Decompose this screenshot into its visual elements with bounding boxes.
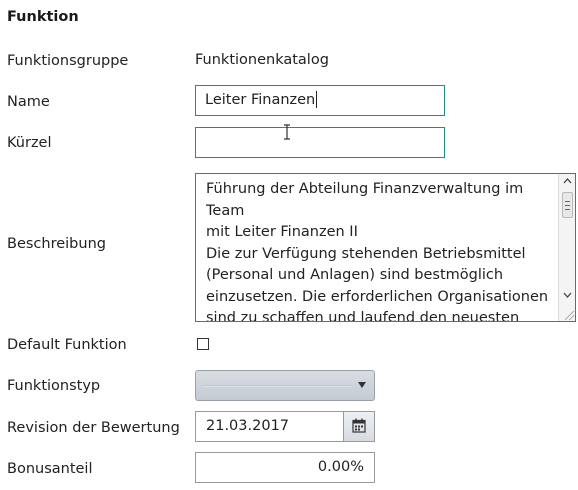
bonusanteil-input[interactable]: 0.00%	[195, 452, 375, 483]
bonusanteil-label: Bonusanteil	[7, 461, 93, 477]
scrollbar-thumb[interactable]	[562, 192, 573, 218]
revision-label: Revision der Bewertung	[7, 420, 180, 436]
kuerzel-input[interactable]	[195, 127, 445, 158]
beschreibung-text: Führung der Abteilung Finanzverwaltung i…	[206, 181, 549, 322]
text-caret	[316, 90, 318, 108]
revision-date-value: 21.03.2017	[206, 418, 290, 434]
funktionstyp-label: Funktionstyp	[7, 378, 101, 394]
calendar-button[interactable]	[343, 412, 374, 441]
default-funktion-label: Default Funktion	[7, 337, 127, 353]
calendar-icon	[352, 418, 366, 433]
name-input[interactable]: Leiter Finanzen	[195, 85, 445, 116]
beschreibung-label: Beschreibung	[7, 236, 106, 252]
default-funktion-checkbox[interactable]	[197, 338, 209, 350]
name-label: Name	[7, 94, 50, 110]
funktionstyp-value	[204, 385, 352, 387]
textarea-scrollbar[interactable]	[558, 174, 575, 321]
beschreibung-textarea[interactable]: Führung der Abteilung Finanzverwaltung i…	[195, 173, 576, 322]
name-input-value: Leiter Finanzen	[205, 92, 316, 108]
revision-date-input[interactable]: 21.03.2017	[195, 411, 375, 442]
funktionsgruppe-label: Funktionsgruppe	[7, 53, 129, 69]
kuerzel-label: Kürzel	[7, 135, 52, 151]
bonusanteil-value: 0.00%	[317, 459, 364, 475]
funktionstyp-select[interactable]	[195, 370, 375, 401]
funktionsgruppe-value: Funktionenkatalog	[195, 52, 329, 68]
text-cursor-icon	[284, 124, 290, 140]
scroll-up-arrow-icon[interactable]	[559, 174, 575, 190]
form-title: Funktion	[7, 9, 79, 25]
resize-grip-icon[interactable]	[565, 311, 574, 320]
chevron-down-icon[interactable]	[358, 382, 366, 388]
scroll-down-arrow-icon[interactable]	[559, 288, 575, 304]
